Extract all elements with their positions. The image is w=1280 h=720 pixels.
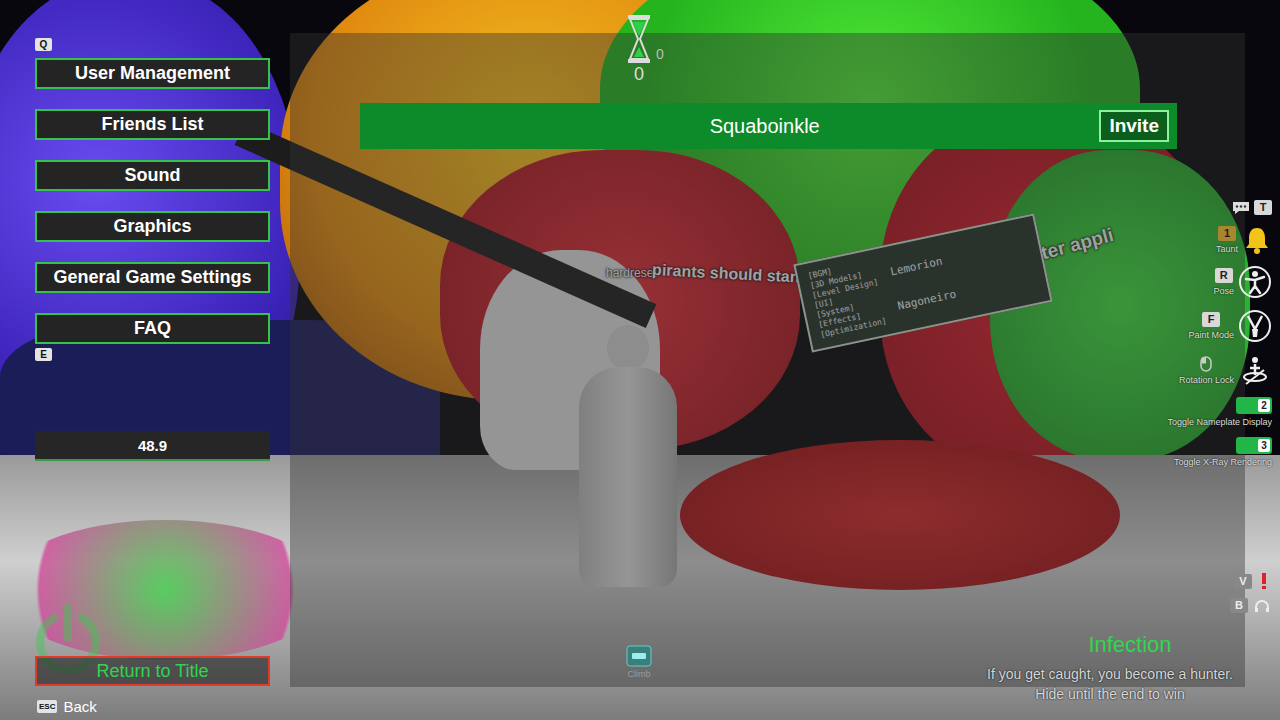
- hud-action[interactable]: F Paint Mode: [1188, 309, 1272, 343]
- action-label: Taunt: [1216, 244, 1238, 254]
- chat-icon: [1232, 201, 1250, 215]
- mode-description: If you get caught, you become a hunter.: [987, 664, 1233, 684]
- key-hint: Q: [35, 38, 52, 51]
- hud-action[interactable]: 1 Taunt: [1216, 225, 1272, 255]
- hourglass-icon: [626, 14, 652, 64]
- menu-button[interactable]: Friends List: [35, 109, 270, 140]
- invite-button[interactable]: Invite: [1099, 110, 1169, 142]
- menu-button[interactable]: Graphics: [35, 211, 270, 242]
- menu-button[interactable]: FAQ: [35, 313, 270, 344]
- key-hint: R: [1215, 268, 1233, 283]
- bell-icon: [1242, 225, 1272, 255]
- timer-round: 0: [634, 64, 644, 85]
- back-label: Back: [63, 698, 96, 715]
- toggle-label: Toggle X-Ray Rendering: [1174, 457, 1272, 467]
- key-hint: 1: [1218, 226, 1236, 241]
- action-label: Rotation Lock: [1179, 375, 1234, 385]
- key-hint: B: [1230, 598, 1248, 613]
- rotation-lock-icon: [1238, 353, 1272, 387]
- key-hint: T: [1254, 200, 1272, 215]
- climb-icon: [626, 645, 652, 667]
- hud-toggle[interactable]: 2 Toggle Nameplate Display: [1167, 397, 1272, 427]
- pause-menu: Q User Management Friends List Sound Graphic…: [35, 38, 270, 461]
- menu-button[interactable]: User Management: [35, 58, 270, 89]
- player-name: Squaboinkle: [360, 115, 1099, 138]
- climb-prompt: Climb: [626, 645, 652, 679]
- menu-button[interactable]: Sound: [35, 160, 270, 191]
- key-hint: ESC: [37, 700, 57, 713]
- hud-controls: T 1 Taunt R Pose F Paint Mode Rotation Lock 2 Tog…: [1132, 200, 1272, 467]
- game-screen: hardresetpirants should stand hereHunter…: [0, 0, 1280, 720]
- player-list-panel: SquaboinkleInvite: [290, 33, 1245, 687]
- mode-description: Hide until the end to win: [1035, 684, 1184, 704]
- hud-toggle[interactable]: 3 Toggle X-Ray Rendering: [1174, 437, 1272, 467]
- hud-action[interactable]: Rotation Lock: [1179, 353, 1272, 387]
- timer-count: 0: [656, 46, 664, 62]
- voice-controls: VB: [1230, 572, 1270, 613]
- toggle-label: Toggle Nameplate Display: [1167, 417, 1272, 427]
- key-hint: F: [1202, 312, 1220, 327]
- alert-icon: [1258, 572, 1270, 590]
- key-hint: E: [35, 348, 52, 361]
- player-row: SquaboinkleInvite: [360, 103, 1177, 149]
- pose-icon: [1238, 265, 1272, 299]
- mode-title: Infection: [1088, 632, 1171, 658]
- hud-action[interactable]: R Pose: [1213, 265, 1272, 299]
- headphones-icon: [1254, 599, 1270, 613]
- voice-control[interactable]: B: [1230, 598, 1270, 613]
- paint-brush-icon: [1238, 309, 1272, 343]
- action-label: Paint Mode: [1188, 330, 1234, 340]
- chat-control[interactable]: T: [1232, 200, 1272, 215]
- action-label: Pose: [1213, 286, 1234, 296]
- voice-control[interactable]: V: [1234, 572, 1270, 590]
- value-readout: 48.9: [35, 431, 270, 461]
- key-hint: V: [1234, 574, 1252, 589]
- key-hint: 3: [1258, 439, 1270, 452]
- game-mode-info: Infection If you get caught, you become a…: [950, 632, 1270, 704]
- toggle-switch[interactable]: 2: [1236, 397, 1272, 414]
- back-hint[interactable]: ESC Back: [37, 698, 270, 715]
- return-to-title-button[interactable]: Return to Title: [35, 656, 270, 686]
- key-hint: 2: [1258, 399, 1270, 412]
- round-timer: 00: [626, 14, 664, 85]
- menu-button[interactable]: General Game Settings: [35, 262, 270, 293]
- climb-label: Climb: [627, 669, 650, 679]
- mouse-icon: [1200, 356, 1212, 372]
- toggle-switch[interactable]: 3: [1236, 437, 1272, 454]
